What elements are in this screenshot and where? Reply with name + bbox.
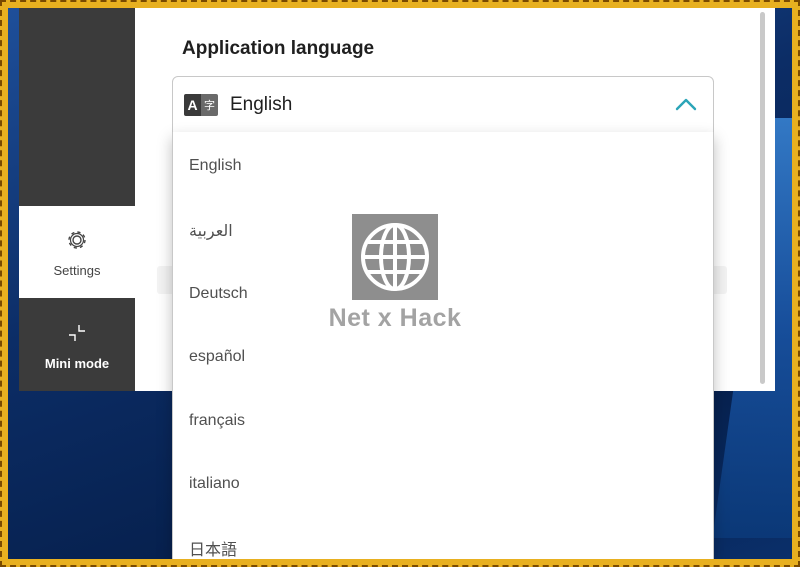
watermark-text: Net x Hack — [328, 304, 462, 332]
language-option[interactable]: español — [173, 326, 713, 389]
collapse-icon — [64, 320, 90, 346]
watermark: Net x Hack — [329, 214, 461, 333]
navigation-pane: Settings Mini mode — [19, 8, 135, 391]
nav-item-settings[interactable]: Settings — [19, 206, 135, 298]
language-icon: A 字 — [184, 93, 218, 116]
scrollbar[interactable] — [760, 12, 765, 384]
language-option[interactable]: English — [173, 132, 713, 199]
language-dropdown-value: English — [230, 93, 293, 115]
section-title: Application language — [182, 38, 375, 59]
globe-icon — [352, 214, 438, 300]
chevron-up-icon — [675, 98, 697, 111]
nav-item-settings-label: Settings — [53, 262, 101, 278]
gear-icon — [64, 227, 90, 253]
nav-item-mini-mode[interactable]: Mini mode — [19, 299, 135, 391]
language-option[interactable]: français — [173, 389, 713, 452]
language-dropdown[interactable]: A 字 English — [172, 76, 714, 133]
language-options-list: English العربية Deutsch español français… — [172, 132, 714, 559]
nav-item-mini-mode-label: Mini mode — [44, 355, 110, 371]
language-option[interactable]: 日本語 — [173, 516, 713, 559]
language-option[interactable]: italiano — [173, 453, 713, 516]
